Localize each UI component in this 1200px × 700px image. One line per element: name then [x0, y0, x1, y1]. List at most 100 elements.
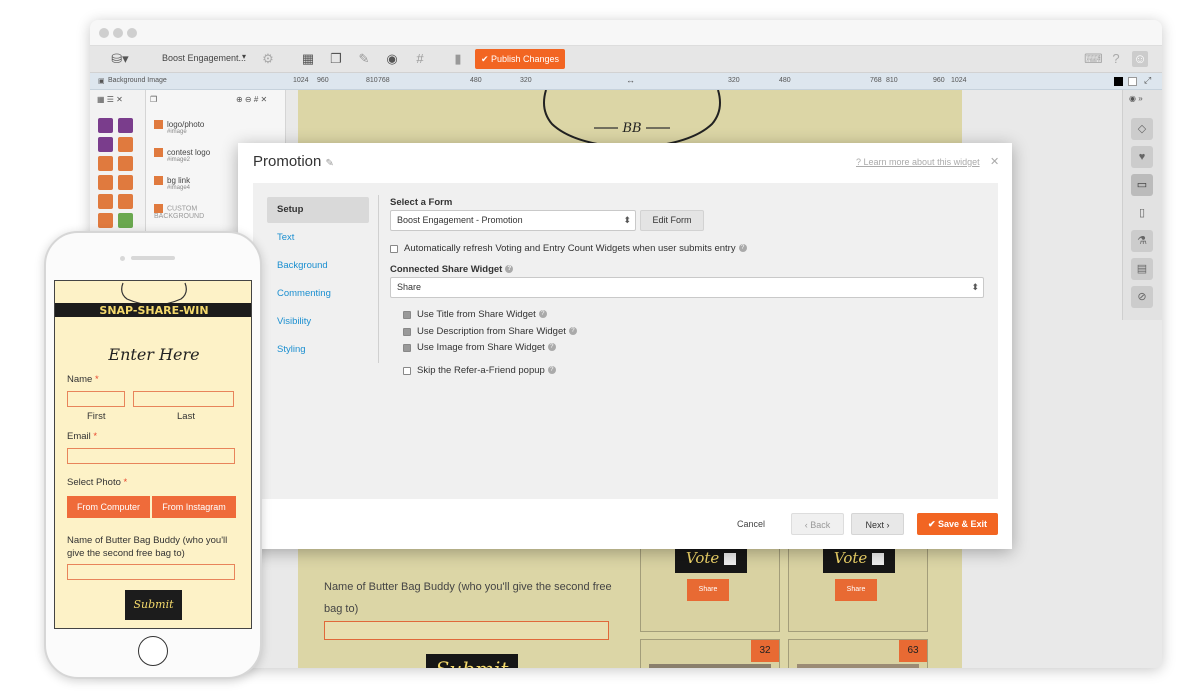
- mail-widget-icon[interactable]: [98, 137, 113, 152]
- help-icon[interactable]: ?: [738, 244, 747, 253]
- ruler-tick: 1024: [293, 77, 309, 84]
- bookmark-icon[interactable]: ▮: [450, 51, 466, 67]
- buddy-input[interactable]: [67, 564, 235, 580]
- photo-label-text: Select Photo: [67, 477, 121, 488]
- last-name-input[interactable]: [133, 391, 234, 407]
- pencil-icon[interactable]: ✎: [326, 158, 334, 169]
- submit-button[interactable]: Submit: [125, 590, 182, 620]
- next-button[interactable]: Next ›: [851, 513, 904, 535]
- tab-setup[interactable]: Setup: [267, 197, 369, 223]
- back-button[interactable]: ‹ Back: [791, 513, 844, 535]
- tab-text[interactable]: Text: [267, 225, 369, 251]
- brush-icon[interactable]: ✎: [356, 51, 372, 67]
- buddy-input[interactable]: [324, 621, 609, 640]
- check-widget-icon[interactable]: [118, 137, 133, 152]
- from-computer-button[interactable]: From Computer: [67, 496, 150, 518]
- layers-icon[interactable]: ❐: [328, 51, 344, 67]
- eye-icon[interactable]: ◉ »: [1129, 94, 1143, 103]
- grid-icon[interactable]: ▦ ☰ ✕: [97, 95, 123, 104]
- timer-widget-icon[interactable]: [98, 213, 113, 228]
- use-description-checkbox[interactable]: [403, 328, 411, 336]
- first-name-input[interactable]: [67, 391, 125, 407]
- inbox-icon[interactable]: ▤: [1131, 258, 1153, 280]
- save-exit-button[interactable]: ✔ Save & Exit: [917, 513, 998, 535]
- tab-commenting[interactable]: Commenting: [267, 281, 369, 307]
- grid-icon[interactable]: ▦: [300, 51, 316, 67]
- publish-changes-button[interactable]: ✔ Publish Changes: [475, 49, 565, 69]
- email-input[interactable]: [67, 448, 235, 464]
- phone-screen: SNAP-SHARE-WIN Enter Here Name * First L…: [54, 280, 252, 629]
- chart-widget-icon[interactable]: [118, 118, 133, 133]
- entry-card: Vote Share: [640, 540, 780, 632]
- ruler-tick: 960: [933, 77, 945, 84]
- chevron-right-icon: ›: [884, 520, 890, 530]
- ruler-tick: 320: [728, 77, 740, 84]
- desktop-icon[interactable]: ▭: [1131, 174, 1153, 196]
- share-widget-select[interactable]: Share: [390, 277, 984, 298]
- skip-refer-checkbox[interactable]: [403, 367, 411, 375]
- layer-item[interactable]: logo/photo #image: [154, 120, 204, 135]
- campaign-selector[interactable]: Boost Engagement...: [162, 53, 246, 63]
- modal-title-text: Promotion: [253, 153, 322, 170]
- color-swatch-white[interactable]: [1128, 77, 1137, 86]
- buddy-label: Name of Butter Bag Buddy (who you'll giv…: [67, 535, 228, 559]
- close-icon[interactable]: ✕: [990, 155, 999, 168]
- layer-item[interactable]: bg link #image4: [154, 176, 190, 191]
- image-widget-icon[interactable]: [98, 156, 113, 171]
- chevron-down-icon[interactable]: ▾: [242, 52, 246, 61]
- cart-widget-icon[interactable]: [98, 194, 113, 209]
- layer-item[interactable]: CUSTOM BACKGROUND: [154, 204, 234, 220]
- keyboard-icon[interactable]: ⌨: [1084, 51, 1103, 67]
- share-button[interactable]: Share: [687, 579, 729, 601]
- help-icon[interactable]: ?: [538, 310, 547, 319]
- expand-icon[interactable]: ⤢: [1144, 75, 1151, 86]
- tab-visibility[interactable]: Visibility: [267, 309, 369, 335]
- cancel-button[interactable]: Cancel: [728, 513, 774, 535]
- entry-photo[interactable]: [797, 664, 919, 668]
- window-dot[interactable]: [99, 28, 109, 38]
- learn-more-link[interactable]: ? Learn more about this widget: [856, 157, 980, 167]
- help-icon[interactable]: ?: [568, 327, 577, 336]
- mobile-icon[interactable]: ▯: [1131, 202, 1153, 224]
- help-icon[interactable]: ?: [547, 343, 556, 352]
- gallery-widget-icon[interactable]: [118, 194, 133, 209]
- heart-icon[interactable]: ♥: [1131, 146, 1153, 168]
- home-button[interactable]: [138, 636, 168, 666]
- use-title-checkbox[interactable]: [403, 311, 411, 319]
- tab-background[interactable]: Background: [267, 253, 369, 279]
- share-button[interactable]: Share: [835, 579, 877, 601]
- layer-item[interactable]: contest logo #image2: [154, 148, 210, 163]
- form-select[interactable]: Boost Engagement - Promotion: [390, 210, 636, 231]
- help-icon[interactable]: ?: [1108, 51, 1124, 67]
- auto-refresh-checkbox[interactable]: [390, 245, 398, 253]
- edit-widget-icon[interactable]: [98, 118, 113, 133]
- edit-form-button[interactable]: Edit Form: [640, 210, 704, 231]
- entry-photo[interactable]: [649, 664, 771, 668]
- box-icon[interactable]: ◇: [1131, 118, 1153, 140]
- from-instagram-button[interactable]: From Instagram: [152, 496, 236, 518]
- flask-icon[interactable]: ⚗: [1131, 230, 1153, 252]
- database-icon[interactable]: ⛁▾: [108, 51, 132, 67]
- text-widget-icon[interactable]: [118, 156, 133, 171]
- tab-styling[interactable]: Styling: [267, 337, 369, 363]
- eye-icon[interactable]: ◉: [384, 51, 400, 67]
- send-widget-icon[interactable]: [118, 213, 133, 228]
- help-icon[interactable]: ?: [547, 366, 556, 375]
- help-icon[interactable]: ?: [505, 265, 514, 274]
- color-swatch-black[interactable]: [1114, 77, 1123, 86]
- window-dot[interactable]: [113, 28, 123, 38]
- help-icon: ?: [856, 157, 864, 167]
- window-dot[interactable]: [127, 28, 137, 38]
- user-avatar-icon[interactable]: ☺: [1132, 51, 1148, 67]
- submit-button[interactable]: Submit: [426, 654, 518, 668]
- modal-title: Promotion ✎: [253, 153, 334, 170]
- block-icon[interactable]: ⊘: [1131, 286, 1153, 308]
- gear-icon[interactable]: ⚙: [260, 51, 276, 67]
- use-image-checkbox[interactable]: [403, 344, 411, 352]
- hash-icon[interactable]: #: [412, 51, 428, 67]
- photo-widget-icon[interactable]: [118, 175, 133, 190]
- link-widget-icon[interactable]: [98, 175, 113, 190]
- layer-controls[interactable]: ⊕ ⊖ # ✕: [236, 95, 267, 104]
- resize-handle-icon[interactable]: ↔: [626, 75, 635, 85]
- entry-card: 63: [788, 639, 928, 668]
